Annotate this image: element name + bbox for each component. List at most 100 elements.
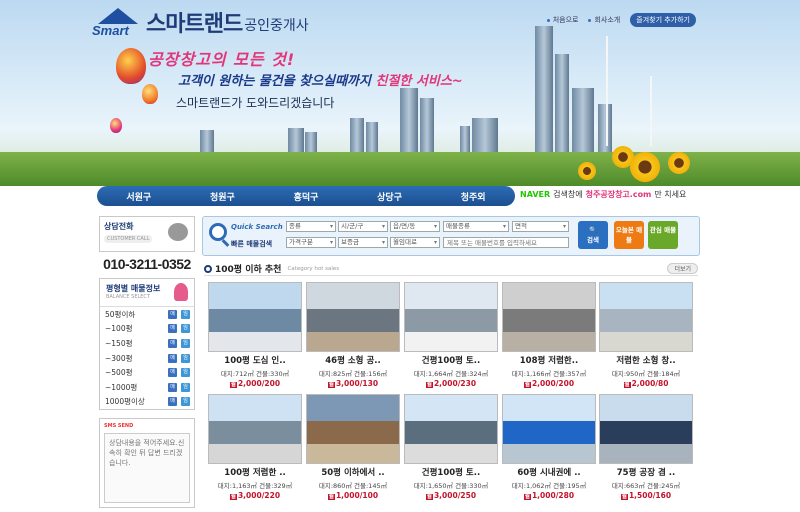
- size-filter-row[interactable]: ~150평 매 임: [100, 336, 194, 351]
- rent-tag: 월: [229, 382, 237, 388]
- interest-button[interactable]: 관심 매물: [648, 221, 678, 249]
- logo-main-text: 스마트랜드: [146, 11, 243, 36]
- listing-card[interactable]: 46평 소형 공.. 대지:825㎡ 건물:156㎡ 월 3,000/130: [306, 282, 400, 388]
- more-button[interactable]: 더보기: [667, 263, 698, 274]
- listing-price: 월 2,000/200: [229, 379, 281, 388]
- size-filter-row[interactable]: ~100평 매 임: [100, 322, 194, 337]
- site-logo[interactable]: Smart 스마트랜드 공인중개사: [92, 6, 309, 38]
- bookmark-button[interactable]: 즐겨찾기 추가하기: [630, 13, 696, 27]
- listing-title[interactable]: 저렴한 소형 창..: [599, 354, 693, 366]
- listing-area: 대지:1,664㎡ 건물:324㎡: [413, 370, 489, 378]
- listing-card[interactable]: 저렴한 소형 창.. 대지:950㎡ 건물:184㎡ 월 2,000/80: [599, 282, 693, 388]
- listing-area: 대지:663㎡ 건물:245㎡: [611, 482, 681, 490]
- sale-button[interactable]: 매: [168, 309, 177, 319]
- listing-title[interactable]: 100평 저렴한 ..: [208, 466, 302, 478]
- rent-button[interactable]: 임: [181, 382, 190, 392]
- city-select[interactable]: 시/군/구: [338, 221, 388, 232]
- keyword-input[interactable]: [443, 237, 569, 248]
- listing-card[interactable]: 50평 이하에서 .. 대지:860㎡ 건물:145㎡ 월 1,000/100: [306, 394, 400, 500]
- listing-area: 대지:1,650㎡ 건물:330㎡: [413, 482, 489, 490]
- search-button[interactable]: 🔍 검색: [578, 221, 608, 249]
- about-link[interactable]: 회사소개: [588, 15, 620, 25]
- rent-button[interactable]: 임: [181, 353, 190, 363]
- rent-button[interactable]: 임: [181, 309, 190, 319]
- deposit-select[interactable]: 보증금: [338, 237, 388, 248]
- listing-photo[interactable]: [404, 394, 498, 464]
- listing-price: 월 2,000/80: [623, 379, 669, 388]
- listing-photo[interactable]: [306, 282, 400, 352]
- left-sidebar: 상담전화 CUSTOMER CALL 010-3211-0352 평형별 매물정…: [99, 216, 195, 509]
- sale-button[interactable]: 매: [168, 324, 177, 334]
- listing-photo[interactable]: [502, 394, 596, 464]
- listing-title[interactable]: 46평 소형 공..: [306, 354, 400, 366]
- listing-title[interactable]: 75평 공장 겸 ..: [599, 466, 693, 478]
- recently-viewed-button[interactable]: 오늘본 매물: [614, 221, 644, 249]
- listing-title[interactable]: 건평100평 토..: [404, 354, 498, 366]
- header-banner: Smart 스마트랜드 공인중개사 처음으로 회사소개 즐겨찾기 추가하기 공장…: [0, 0, 800, 186]
- nav-other[interactable]: 청주외: [431, 190, 515, 203]
- recommend-section-header: 100평 이하 추천 Category hot sales 더보기: [204, 262, 698, 276]
- listing-card[interactable]: 100평 도심 인.. 대지:712㎡ 건물:330㎡ 월 2,000/200: [208, 282, 302, 388]
- listing-photo[interactable]: [306, 394, 400, 464]
- listing-title[interactable]: 60평 시내권에 ..: [502, 466, 596, 478]
- sale-button[interactable]: 매: [168, 338, 177, 348]
- property-type-select[interactable]: 매물종류: [443, 221, 509, 232]
- naver-search-hint: NAVER 검색창에 청주공장창고.com 만 치세요: [520, 190, 687, 199]
- rent-button[interactable]: 임: [181, 324, 190, 334]
- size-filter-row[interactable]: ~500평 매 임: [100, 365, 194, 380]
- price-type-select[interactable]: 가격구분: [286, 237, 336, 248]
- listing-card[interactable]: 100평 저렴한 .. 대지:1,163㎡ 건물:329㎡ 월 3,000/220: [208, 394, 302, 500]
- rent-tag: 월: [523, 494, 531, 500]
- listing-card[interactable]: 건평100평 토.. 대지:1,650㎡ 건물:330㎡ 월 3,000/250: [404, 394, 498, 500]
- size-filter-row[interactable]: 1000평이상 매 임: [100, 395, 194, 410]
- listing-title[interactable]: 108평 저렴한..: [502, 354, 596, 366]
- listing-photo[interactable]: [599, 282, 693, 352]
- size-filter-row[interactable]: ~300평 매 임: [100, 351, 194, 366]
- listing-title[interactable]: 건평100평 토..: [404, 466, 498, 478]
- size-filter-row[interactable]: ~1000평 매 임: [100, 380, 194, 395]
- listing-photo[interactable]: [208, 282, 302, 352]
- rent-tag: 월: [327, 382, 335, 388]
- listing-card[interactable]: 60평 시내권에 .. 대지:1,062㎡ 건물:195㎡ 월 1,000/280: [502, 394, 596, 500]
- sms-message-input[interactable]: [104, 433, 190, 504]
- size-filter-header: 평형별 매물정보 BALANCE SELECT: [100, 279, 194, 307]
- listing-title[interactable]: 50평 이하에서 ..: [306, 466, 400, 478]
- type-select[interactable]: 종류: [286, 221, 336, 232]
- rent-button[interactable]: 임: [181, 338, 190, 348]
- bullet-icon: [204, 264, 212, 273]
- listing-photo[interactable]: [599, 394, 693, 464]
- sale-button[interactable]: 매: [168, 382, 177, 392]
- sale-button[interactable]: 매: [168, 397, 177, 407]
- size-label: 1000평이상: [105, 397, 145, 407]
- nav-seowon[interactable]: 서원구: [97, 190, 181, 203]
- listing-photo[interactable]: [208, 394, 302, 464]
- listing-price: 월 3,000/250: [425, 491, 477, 500]
- listing-title[interactable]: 100평 도심 인..: [208, 354, 302, 366]
- sale-button[interactable]: 매: [168, 368, 177, 378]
- rent-tag: 월: [327, 494, 335, 500]
- top-links: 처음으로 회사소개 즐겨찾기 추가하기: [546, 13, 696, 27]
- rent-tag: 월: [425, 382, 433, 388]
- sale-button[interactable]: 매: [168, 353, 177, 363]
- rent-select[interactable]: 월임대료: [390, 237, 440, 248]
- rent-button[interactable]: 임: [181, 368, 190, 378]
- listing-card[interactable]: 108평 저렴한.. 대지:1,166㎡ 건물:357㎡ 월 2,000/200: [502, 282, 596, 388]
- listing-area: 대지:950㎡ 건물:184㎡: [611, 370, 681, 378]
- area-select[interactable]: 면적: [512, 221, 569, 232]
- city-skyline-image: [0, 26, 800, 186]
- listing-photo[interactable]: [502, 282, 596, 352]
- nav-heungdeok[interactable]: 흥덕구: [264, 190, 348, 203]
- nav-sangdang[interactable]: 상당구: [348, 190, 432, 203]
- listing-price: 월 1,000/100: [327, 491, 379, 500]
- size-label: ~100평: [105, 324, 133, 334]
- rent-button[interactable]: 임: [181, 397, 190, 407]
- listing-photo[interactable]: [404, 282, 498, 352]
- town-select[interactable]: 읍/면/동: [390, 221, 440, 232]
- home-link[interactable]: 처음으로: [546, 15, 578, 25]
- listing-card[interactable]: 건평100평 토.. 대지:1,664㎡ 건물:324㎡ 월 2,000/230: [404, 282, 498, 388]
- size-filter-row[interactable]: 50평이하 매 임: [100, 307, 194, 322]
- listing-card[interactable]: 75평 공장 겸 .. 대지:663㎡ 건물:245㎡ 월 1,500/160: [599, 394, 693, 500]
- flamingo-icon: [174, 283, 188, 301]
- nav-cheongwon[interactable]: 청원구: [181, 190, 265, 203]
- naver-logo: NAVER: [520, 190, 551, 199]
